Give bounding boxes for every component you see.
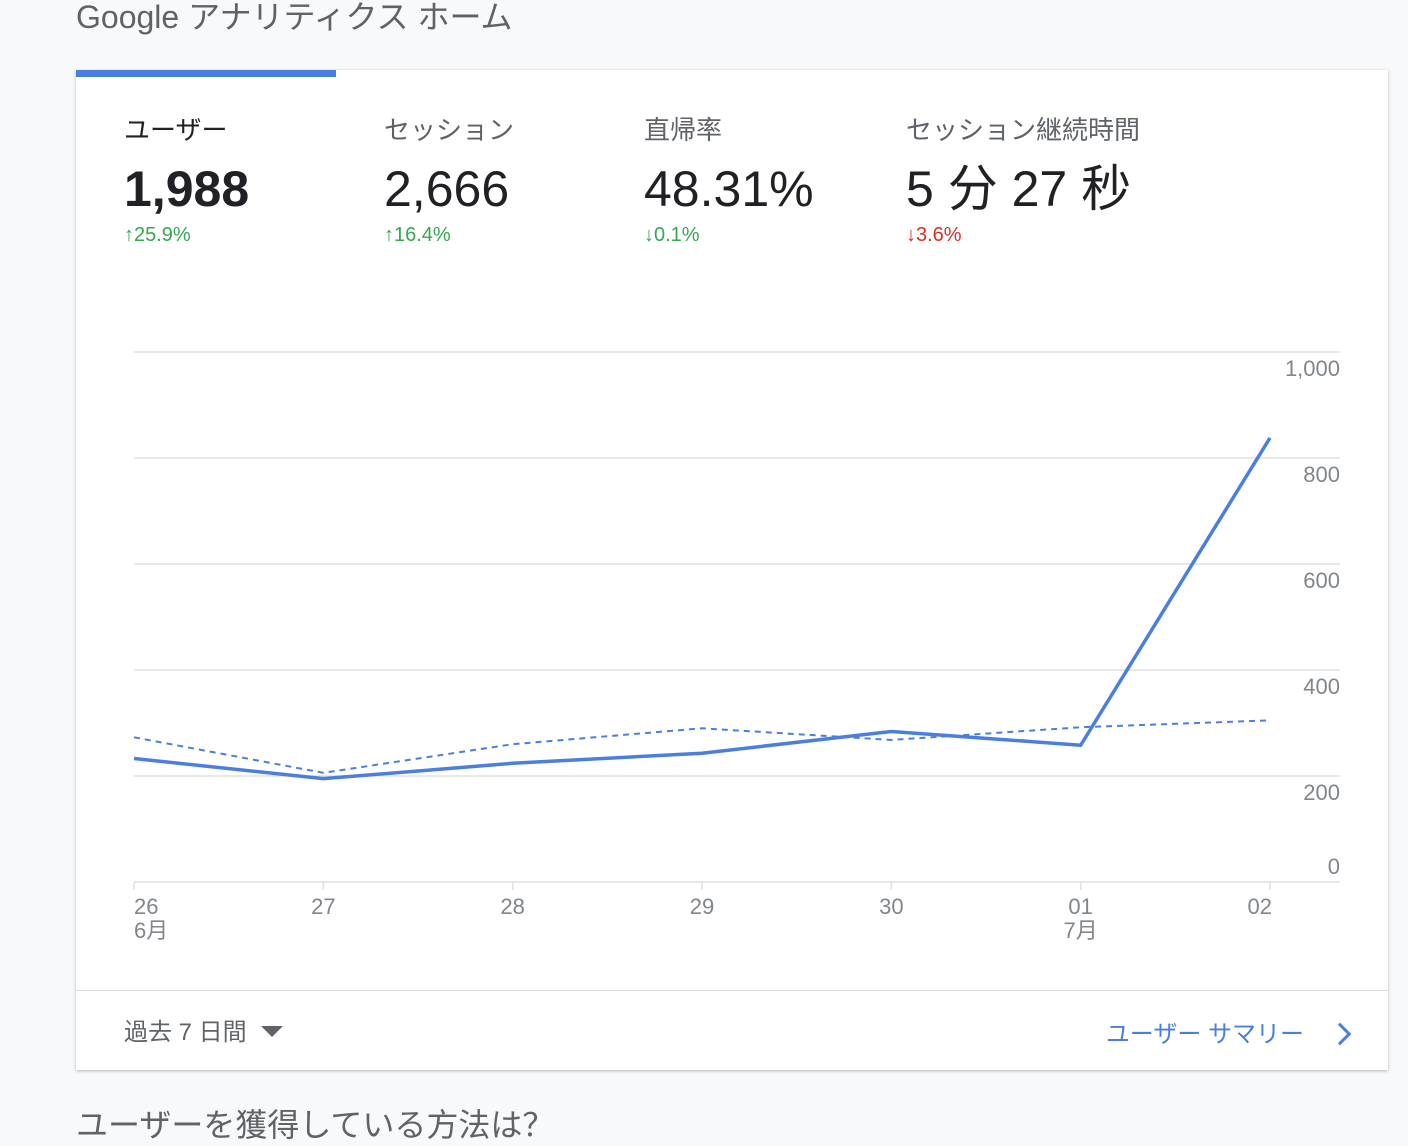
x-tick-label: 27 (311, 894, 335, 919)
next-section-heading: ユーザーを獲得している方法は？ (76, 1100, 554, 1146)
x-tick-label: 02 (1248, 894, 1272, 919)
y-tick-label: 800 (1303, 462, 1340, 487)
users-line-chart: 0 200 400 600 800 1,000 266月 27 28 29 30 017月 02 (76, 70, 1388, 970)
x-tick-label: 29 (690, 894, 714, 919)
y-tick-label: 600 (1303, 568, 1340, 593)
y-tick-label: 400 (1303, 674, 1340, 699)
user-summary-link[interactable]: ユーザー サマリー (1106, 1014, 1348, 1049)
card-divider (76, 990, 1388, 991)
overview-card: ユーザー 1,988 ↑25.9% セッション 2,666 ↑16.4% 直帰率… (76, 70, 1388, 1070)
y-tick-label: 0 (1328, 854, 1340, 879)
x-tick-label: 30 (879, 894, 903, 919)
x-tick-sublabel: 7月 (1064, 918, 1098, 943)
x-tick-sublabel: 6月 (134, 918, 168, 943)
x-tick-label: 28 (500, 894, 524, 919)
date-range-dropdown[interactable]: 過去 7 日間 (124, 1012, 283, 1047)
page-title: Google アナリティクス ホーム (76, 0, 513, 38)
caret-down-icon (261, 1026, 283, 1037)
date-range-label: 過去 7 日間 (124, 1012, 247, 1047)
user-summary-label: ユーザー サマリー (1106, 1014, 1304, 1049)
x-tick-label: 01 (1068, 894, 1092, 919)
y-tick-label: 1,000 (1285, 356, 1340, 381)
y-tick-label: 200 (1303, 780, 1340, 805)
chevron-right-icon (1329, 1022, 1352, 1045)
x-tick-label: 26 (134, 894, 158, 919)
